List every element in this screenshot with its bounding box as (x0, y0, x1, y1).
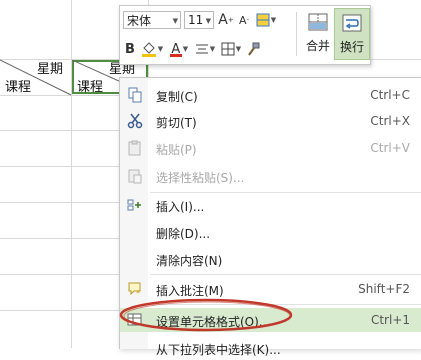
menu-separator (150, 274, 421, 275)
align-button[interactable]: ▼ (193, 39, 217, 59)
borders-button[interactable]: ▼ (219, 39, 243, 59)
cell-a-header-bottom: 课程 (5, 80, 32, 95)
menu-item-label: 删除(D)... (156, 227, 211, 241)
paste-special-icon (128, 169, 142, 184)
cell-a-header-top: 星期 (37, 62, 64, 77)
menu-item-pick-from-list[interactable]: 从下拉列表中选择(K)... (120, 336, 421, 360)
chevron-down-icon: ▼ (205, 17, 211, 25)
menu-item-clear-contents[interactable]: 清除内容(N) (120, 247, 421, 271)
wrap-text-icon (342, 14, 362, 32)
merge-label: 合并 (305, 39, 330, 53)
annotation-oval (119, 298, 293, 332)
cell-style-icon (256, 13, 270, 27)
increase-font-icon: A (218, 12, 228, 28)
mini-toolbar: 宋体 ▼ 11 ▼ A + A- ▼ B ▼ A ▼ ▼ ▼ 合并 换行 (119, 5, 371, 65)
menu-item-label: 从下拉列表中选择(K)... (156, 343, 281, 357)
font-name-select[interactable]: 宋体 ▼ (123, 11, 181, 29)
menu-item-label: 选择性粘贴(S)... (156, 171, 245, 185)
format-painter-button[interactable] (245, 39, 261, 59)
font-color-button[interactable]: A ▼ (167, 39, 191, 59)
cell-b-header-bottom: 课程 (77, 80, 104, 95)
chevron-down-icon: ▼ (209, 45, 216, 53)
mini-toolbar-row-format: B ▼ A ▼ ▼ ▼ (123, 38, 263, 60)
menu-item-label: 插入(I)... (156, 200, 205, 214)
decrease-font-button[interactable]: A- (236, 10, 252, 30)
copy-icon (128, 87, 142, 103)
menu-item-shortcut: Ctrl+1 (370, 313, 410, 327)
menu-item-label: 剪切(T) (156, 116, 197, 130)
font-color-swatch (169, 53, 182, 57)
borders-icon (221, 42, 235, 56)
menu-item-label: 清除内容(N) (156, 254, 223, 268)
menu-item-paste-special[interactable]: 选择性粘贴(S)... (120, 164, 421, 188)
bold-button[interactable]: B (123, 39, 137, 59)
wrap-text-button[interactable]: 换行 (334, 8, 370, 60)
merge-cells-button[interactable]: 合并 (300, 8, 336, 60)
format-painter-icon (248, 42, 260, 56)
cell-style-button[interactable]: ▼ (254, 10, 278, 30)
font-size-value: 11 (188, 13, 204, 27)
comment-icon: * (128, 282, 141, 297)
increase-font-button[interactable]: A + (218, 10, 234, 30)
mini-toolbar-row-font: 宋体 ▼ 11 ▼ A + A- ▼ (123, 10, 280, 30)
menu-item-paste[interactable]: 粘贴(P) Ctrl+V (120, 136, 421, 160)
menu-item-delete[interactable]: 删除(D)... (120, 220, 421, 244)
svg-text:*: * (136, 289, 140, 297)
chevron-down-icon: ▼ (270, 16, 277, 24)
bold-icon: B (125, 41, 135, 57)
align-center-icon (195, 44, 208, 54)
menu-item-shortcut: Shift+F2 (358, 282, 410, 296)
menu-item-shortcut: Ctrl+X (370, 114, 410, 128)
font-name-value: 宋体 (127, 13, 152, 28)
fill-color-button[interactable]: ▼ (139, 39, 165, 59)
merge-cells-icon (308, 13, 328, 31)
paste-icon (128, 140, 141, 156)
menu-item-copy[interactable]: 复制(C) Ctrl+C (120, 83, 421, 107)
menu-item-label: 复制(C) (156, 90, 198, 104)
paint-bucket-icon (141, 42, 156, 57)
toolbar-separator (296, 12, 297, 56)
menu-item-cut[interactable]: 剪切(T) Ctrl+X (120, 109, 421, 133)
menu-item-shortcut: Ctrl+C (370, 88, 410, 102)
menu-item-label: 粘贴(P) (156, 143, 197, 157)
insert-icon (127, 199, 141, 211)
decrease-font-icon: A (238, 13, 247, 27)
chevron-down-icon: ▼ (172, 17, 178, 25)
wrap-label: 换行 (339, 40, 364, 54)
scissors-icon (127, 113, 143, 129)
font-size-select[interactable]: 11 ▼ (184, 11, 214, 29)
chevron-down-icon: ▼ (235, 45, 242, 53)
menu-item-insert[interactable]: 插入(I)... (120, 193, 421, 217)
chevron-down-icon: ▼ (182, 45, 189, 53)
menu-item-shortcut: Ctrl+V (370, 141, 410, 155)
chevron-down-icon: ▼ (157, 45, 164, 53)
